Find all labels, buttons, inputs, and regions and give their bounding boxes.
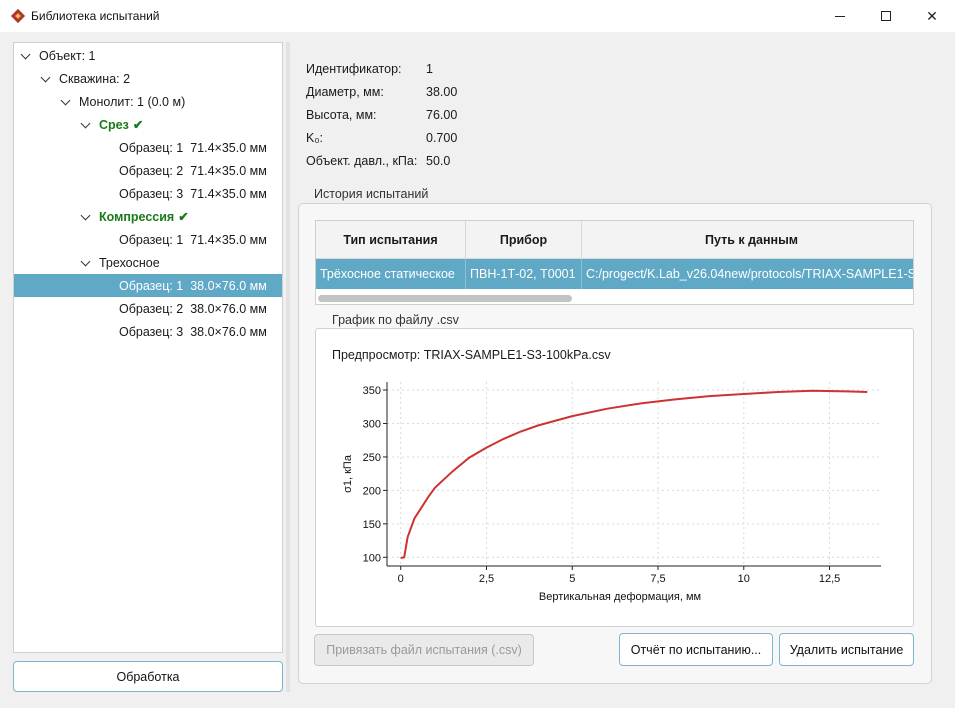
object-tree[interactable]: Объект: 1 Скважина: 2 Монолит: 1 (0.0 м) Ср… (13, 42, 283, 653)
info-value: 50.0 (426, 154, 451, 168)
history-group-title: История испытаний (314, 187, 429, 201)
close-icon: ✕ (926, 7, 938, 24)
info-value: 1 (426, 62, 433, 76)
window-controls: ✕ (817, 0, 955, 32)
tree-item-label: Скважина: 2 (59, 71, 131, 86)
tree-item-label: Образец: 3 38.0×76.0 мм (119, 324, 267, 339)
column-header-type[interactable]: Тип испытания (316, 221, 466, 259)
column-header-path[interactable]: Путь к данным (582, 221, 913, 259)
tree-item[interactable]: Образец: 2 38.0×76.0 мм (14, 297, 282, 320)
info-label: Диаметр, мм: (306, 85, 384, 99)
chart-group-title: График по файлу .csv (332, 313, 459, 327)
info-value: 0.700 (426, 131, 458, 145)
attach-file-button[interactable]: Привязать файл испытания (.csv) (314, 634, 534, 666)
tree-item[interactable]: Скважина: 2 (14, 67, 282, 90)
minimize-icon (835, 15, 845, 17)
tree-item-label: Образец: 1 71.4×35.0 мм (119, 140, 267, 155)
chart-panel (315, 328, 914, 627)
maximize-icon (881, 11, 891, 21)
tree-item-label: Образец: 1 71.4×35.0 мм (119, 232, 267, 247)
splitter[interactable] (286, 42, 290, 692)
tree-item-label: Трехосное (99, 255, 160, 270)
info-row: Высота, мм: 76.00 (306, 108, 457, 126)
maximize-button[interactable] (863, 0, 909, 32)
tree-item-label: Монолит: 1 (0.0 м) (79, 94, 186, 109)
title-bar: Библиотека испытаний ✕ (0, 0, 955, 32)
tree-item[interactable]: Объект: 1 (14, 44, 282, 67)
delete-test-button[interactable]: Удалить испытание (779, 633, 914, 666)
info-row: Идентификатор: 1 (306, 62, 433, 80)
tree-item[interactable]: Образец: 1 38.0×76.0 мм (14, 274, 282, 297)
process-button[interactable]: Обработка (13, 661, 283, 692)
table-cell-type[interactable]: Трёхосное статическое (316, 259, 466, 289)
app-icon (10, 8, 26, 24)
chevron-down-icon[interactable] (80, 212, 90, 222)
info-value: 38.00 (426, 85, 458, 99)
tree-item[interactable]: Образец: 2 71.4×35.0 мм (14, 159, 282, 182)
history-table[interactable]: Тип испытания Прибор Путь к данным Трёхо… (315, 220, 914, 305)
chevron-down-icon[interactable] (80, 120, 90, 130)
close-button[interactable]: ✕ (909, 0, 955, 32)
tree-item[interactable]: Срез ✔ (14, 113, 282, 136)
tree-item-label: Компрессия (99, 209, 175, 224)
chevron-down-icon[interactable] (80, 258, 90, 268)
column-header-device[interactable]: Прибор (466, 221, 582, 259)
table-cell-path[interactable]: C:/progect/K.Lab_v26.04new/protocols/TRI… (582, 259, 913, 289)
info-label: Объект. давл., кПа: (306, 154, 418, 168)
info-row: Объект. давл., кПа: 50.0 (306, 154, 450, 172)
info-row: K₀: 0.700 (306, 131, 457, 149)
tree-item-label: Образец: 2 38.0×76.0 мм (119, 301, 267, 316)
minimize-button[interactable] (817, 0, 863, 32)
chevron-down-icon[interactable] (40, 74, 50, 84)
check-icon: ✔ (178, 210, 189, 224)
check-icon: ✔ (132, 118, 144, 132)
tree-item-label: Образец: 3 71.4×35.0 мм (119, 186, 267, 201)
table-cell-device[interactable]: ПВН-1Т-02, Т0001 (466, 259, 582, 289)
chevron-down-icon[interactable] (60, 97, 70, 107)
tree-item[interactable]: Образец: 1 71.4×35.0 мм (14, 136, 282, 159)
tree-item[interactable]: Монолит: 1 (0.0 м) (14, 90, 282, 113)
horizontal-scrollbar[interactable] (318, 295, 572, 302)
chevron-down-icon[interactable] (20, 51, 30, 61)
tree-item-label: Образец: 2 71.4×35.0 мм (119, 163, 267, 178)
tree-item[interactable]: Образец: 1 71.4×35.0 мм (14, 228, 282, 251)
info-value: 76.00 (426, 108, 458, 122)
tree-item-label: Объект: 1 (39, 48, 96, 63)
info-label: Высота, мм: (306, 108, 377, 122)
tree-item[interactable]: Трехосное (14, 251, 282, 274)
tree-item-label: Образец: 1 38.0×76.0 мм (119, 278, 267, 293)
tree-item[interactable]: Компрессия ✔ (14, 205, 282, 228)
tree-item-label: Срез (99, 117, 129, 132)
window-title: Библиотека испытаний (31, 9, 160, 23)
info-label: K₀: (306, 131, 323, 145)
info-label: Идентификатор: (306, 62, 402, 76)
tree-item[interactable]: Образец: 3 38.0×76.0 мм (14, 320, 282, 343)
report-button[interactable]: Отчёт по испытанию... (619, 633, 773, 666)
info-row: Диаметр, мм: 38.00 (306, 85, 457, 103)
preview-label: Предпросмотр: TRIAX-SAMPLE1-S3-100kPa.cs… (332, 348, 611, 362)
tree-item[interactable]: Образец: 3 71.4×35.0 мм (14, 182, 282, 205)
